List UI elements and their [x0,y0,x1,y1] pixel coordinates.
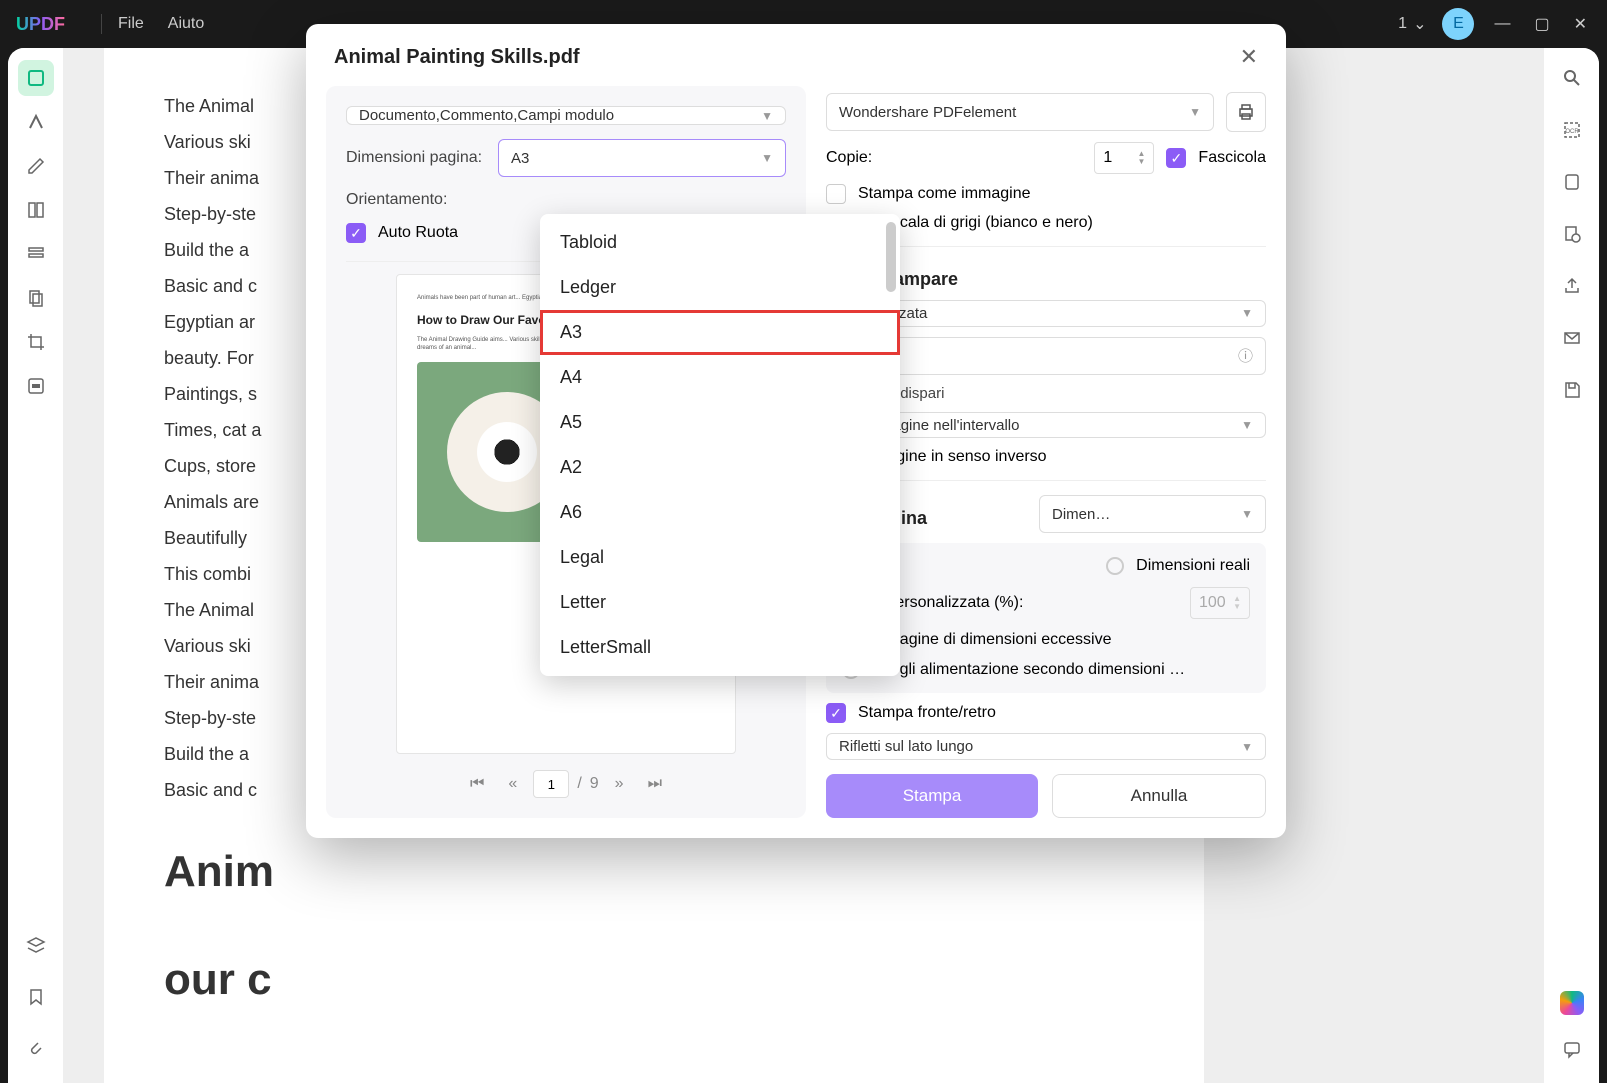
flip-value: Rifletti sul lato lungo [839,738,973,755]
dialog-title: Animal Painting Skills.pdf [334,46,580,69]
duplex-checkbox[interactable]: ✓ [826,703,846,723]
pager-next-button[interactable]: » [607,771,632,797]
page-size-option[interactable]: Ledger [540,265,900,310]
caret-down-icon: ▼ [1241,740,1253,754]
page-size-option[interactable]: Letter [540,580,900,625]
preview-pager: ⏮ « / 9 » ⏭ [346,770,786,798]
pager-prev-button[interactable]: « [500,771,525,797]
page-size-select[interactable]: A3 ▼ [498,139,786,177]
fit-mode-value: Dimen… [1052,506,1110,523]
pager-total: 9 [590,775,599,793]
printer-properties-button[interactable] [1226,92,1266,132]
flip-select[interactable]: Rifletti sul lato lungo ▼ [826,733,1266,760]
pager-first-button[interactable]: ⏮ [462,771,492,797]
copies-value: 1 [1103,149,1112,167]
page-size-option[interactable]: Tabloid [540,220,900,265]
printer-value: Wondershare PDFelement [839,104,1016,121]
print-button[interactable]: Stampa [826,774,1038,818]
real-size-label: Dimensioni reali [1136,557,1250,575]
duplex-label: Stampa fronte/retro [858,704,996,722]
help-icon[interactable]: ⓘ [1238,345,1253,366]
caret-down-icon: ▼ [761,151,773,165]
page-size-option[interactable]: A2 [540,445,900,490]
orientation-label: Orientamento: [346,191,486,209]
dialog-close-button[interactable]: ✕ [1240,44,1258,70]
caret-down-icon: ▼ [1241,507,1253,521]
pager-last-button[interactable]: ⏭ [640,771,670,797]
page-size-option[interactable]: A5 [540,400,900,445]
stepper-down-icon[interactable]: ▼ [1138,158,1146,166]
caret-down-icon: ▼ [1241,418,1253,432]
caret-down-icon: ▼ [761,109,773,123]
print-dialog-overlay: Animal Painting Skills.pdf ✕ Documento,C… [0,0,1607,1083]
paper-feed-label: Scegli alimentazione secondo dimensioni … [872,661,1185,679]
cancel-button[interactable]: Annulla [1052,774,1266,818]
page-size-option[interactable]: A3 [540,310,900,355]
collate-checkbox[interactable]: ✓ [1166,148,1186,168]
printer-select[interactable]: Wondershare PDFelement ▼ [826,93,1214,131]
page-size-dropdown: TabloidLedgerA3A4A5A2A6LegalLetterLetter… [540,214,900,676]
fit-mode-select[interactable]: Dimen… ▼ [1039,495,1266,533]
auto-rotate-label: Auto Ruota [378,224,458,242]
dropdown-scrollbar[interactable] [886,222,896,292]
print-as-image-label: Stampa come immagine [858,185,1031,203]
auto-rotate-checkbox[interactable]: ✓ [346,223,366,243]
pager-current-input[interactable] [533,770,569,798]
scale-input[interactable]: 100 ▲▼ [1190,587,1250,619]
page-size-option[interactable]: Legal [540,535,900,580]
page-size-option[interactable]: A6 [540,490,900,535]
copies-label: Copie: [826,149,1082,167]
caret-down-icon: ▼ [1189,105,1201,119]
stepper-down-icon[interactable]: ▼ [1233,603,1241,611]
page-size-option[interactable]: LetterSmall [540,625,900,670]
real-size-radio[interactable] [1106,557,1124,575]
print-as-image-checkbox[interactable] [826,184,846,204]
caret-down-icon: ▼ [1241,306,1253,320]
page-size-value: A3 [511,150,529,167]
content-type-select[interactable]: Documento,Commento,Campi modulo ▼ [346,106,786,125]
scale-value: 100 [1199,594,1226,612]
pager-sep: / [577,775,581,793]
copies-input[interactable]: 1 ▲▼ [1094,142,1154,174]
content-type-value: Documento,Commento,Campi modulo [359,107,614,124]
page-size-label: Dimensioni pagina: [346,149,486,167]
page-size-option[interactable]: A4 [540,355,900,400]
collate-label: Fascicola [1198,149,1266,167]
